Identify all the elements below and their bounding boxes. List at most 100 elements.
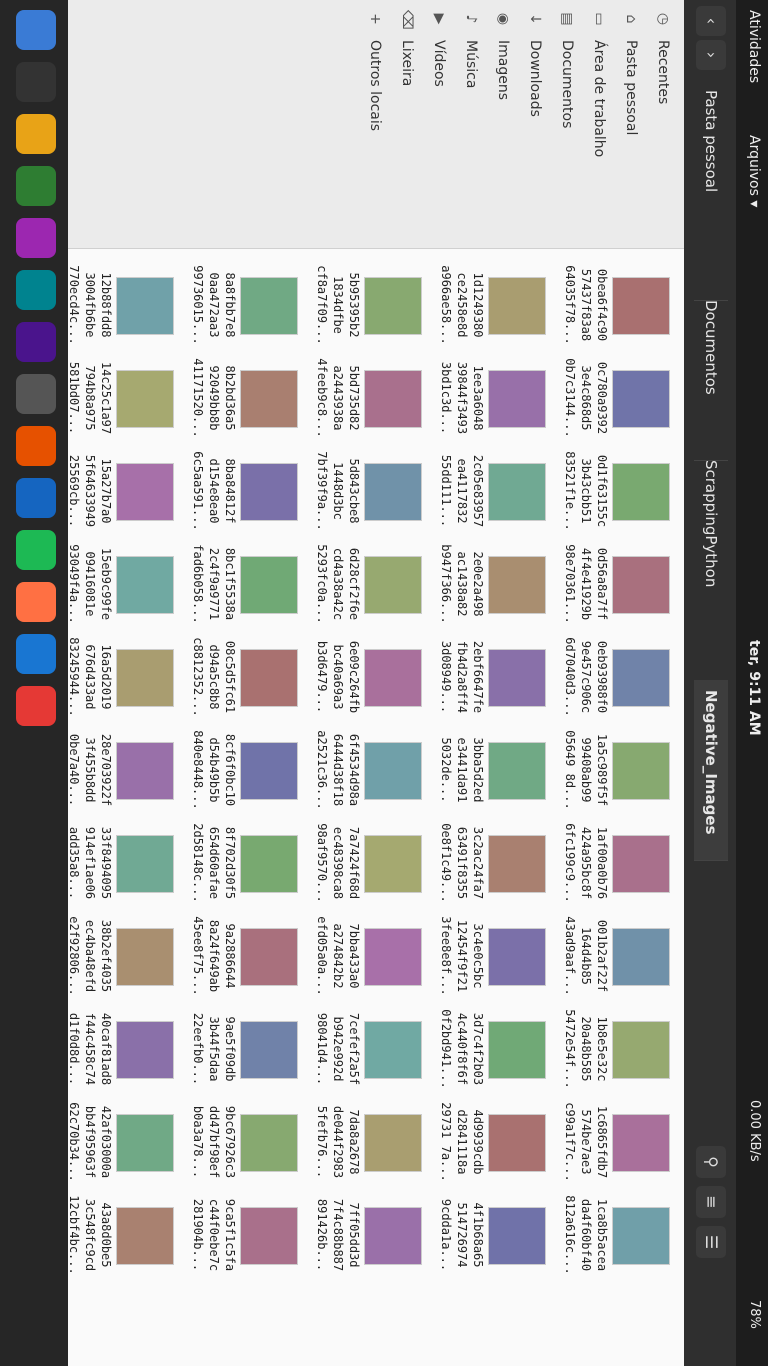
file-item[interactable]: 7ff05dd3d 7f4c88b887 891426b... bbox=[304, 1189, 428, 1281]
file-item[interactable]: 12b88fdd8 3004fb6be 770ecd4c... bbox=[68, 259, 180, 351]
dock-app-icon[interactable] bbox=[16, 218, 56, 258]
file-item[interactable]: 7cefef2a5f b942e992d 98041d4... bbox=[304, 1003, 428, 1095]
dock-app-icon[interactable] bbox=[16, 686, 56, 726]
app-menu[interactable]: Arquivos ▾ bbox=[746, 135, 762, 207]
dock-app-icon[interactable] bbox=[16, 270, 56, 310]
file-name: 3c2ac24fa7 63491f8355 0e8f1c49... bbox=[439, 823, 485, 903]
file-item[interactable]: 7da8a2678 de044f2983 5fefb76... bbox=[304, 1096, 428, 1188]
file-item[interactable]: 8ba84812f d154e8ea0 6c5aa591... bbox=[180, 445, 304, 537]
file-item[interactable]: 8f702d30f5 654d60afae 2d58148c... bbox=[180, 817, 304, 909]
file-item[interactable]: 1b8e5e32c 20a48b585 5472e54f... bbox=[552, 1003, 676, 1095]
file-item[interactable]: 6f4534d98a 6444d38f18 a2521c36... bbox=[304, 724, 428, 816]
sidebar-item[interactable]: ⌂ Pasta pessoal bbox=[614, 0, 646, 248]
breadcrumb-item[interactable]: Documentos bbox=[694, 290, 728, 461]
dock-app-icon[interactable] bbox=[16, 426, 56, 466]
file-name: 6e09c264fb bc40a69a3 b3d6479... bbox=[315, 640, 361, 714]
file-item[interactable]: 33f8494095 914ef1ae06 add35a8... bbox=[68, 817, 180, 909]
file-item[interactable]: 001b2af22f 164d4b85 43ad9aaf... bbox=[552, 910, 676, 1002]
file-name: 2ebf6647fe fb4d2a8ff4 3d08949... bbox=[439, 640, 485, 714]
dock-app-icon[interactable] bbox=[16, 10, 56, 50]
file-item[interactable]: 8cf6f0bc10 d54b49b5b 840e8448... bbox=[180, 724, 304, 816]
desktop-icon: ▭ bbox=[591, 12, 607, 26]
dock-app-icon[interactable] bbox=[16, 634, 56, 674]
file-item[interactable]: 5d843cbe8 1448d3bc 7bf39f9a... bbox=[304, 445, 428, 537]
file-item[interactable]: 2e0e2a498 ac1438a82 b947f366... bbox=[428, 538, 552, 630]
file-item[interactable]: 5bd735d82 a2443938a 4feeb9c8... bbox=[304, 352, 428, 444]
sidebar-item[interactable]: ◷ Recentes bbox=[646, 0, 678, 248]
file-item[interactable]: 4d9939cdb d2841118a 29731 7a... bbox=[428, 1096, 552, 1188]
file-item[interactable]: 1af00a0b76 424a95bc8f 6fc199c9... bbox=[552, 817, 676, 909]
sidebar-item[interactable]: ↓ Downloads bbox=[518, 0, 550, 248]
file-item[interactable]: 3d7c4f2b03 4c440f8f6f 0f2bd941... bbox=[428, 1003, 552, 1095]
view-options-button[interactable]: ≡ bbox=[696, 1186, 726, 1218]
clock[interactable]: ter, 9:11 AM bbox=[746, 640, 762, 736]
sidebar-item[interactable]: ♪ Música bbox=[454, 0, 486, 248]
file-item[interactable]: 3c4e0c5bc 12454f9f21 3fee8e8f... bbox=[428, 910, 552, 1002]
file-item[interactable]: 42af03000a bb4f95963f 62c70b34... bbox=[68, 1096, 180, 1188]
file-item[interactable]: 2ebf6647fe fb4d2a8ff4 3d08949... bbox=[428, 631, 552, 723]
sidebar-item[interactable]: ⌫ Lixeira bbox=[390, 0, 422, 248]
file-item[interactable]: 14c25c1a97 794b8a975 581bd07... bbox=[68, 352, 180, 444]
file-item[interactable]: 8a8fbb7e8 0aa472aa3 99736015... bbox=[180, 259, 304, 351]
dock-app-icon[interactable] bbox=[16, 530, 56, 570]
header-bar: ‹ › Pasta pessoal Documentos ScrappingPyth… bbox=[683, 0, 736, 1366]
file-item[interactable]: 1ee3a6048 39844f3493 3bd1c3d... bbox=[428, 352, 552, 444]
file-item[interactable]: 1a5c989f5f 99408ab99 05649 8d... bbox=[552, 724, 676, 816]
file-item[interactable]: 40caf81ad8 f44c458c74 d1f0d8d... bbox=[68, 1003, 180, 1095]
file-item[interactable]: 0d1f63155c 3b43cbb51 83521f1e... bbox=[552, 445, 676, 537]
file-item[interactable]: 3c2ac24fa7 63491f8355 0e8f1c49... bbox=[428, 817, 552, 909]
file-item[interactable]: 3bba5d2ed e3441da91 5032de... bbox=[428, 724, 552, 816]
file-item[interactable]: 4f1b68a65 514726974 9cdda1a... bbox=[428, 1189, 552, 1281]
file-item[interactable]: 28e703922f 3f455b8dd 0be7a40... bbox=[68, 724, 180, 816]
file-item[interactable]: 9ae5f09db 3b44f5daa 22eefb0... bbox=[180, 1003, 304, 1095]
file-item[interactable]: 1c6865fdb7 574be7ae3 c99a1f7c... bbox=[552, 1096, 676, 1188]
sidebar-item[interactable]: ▶ Vídeos bbox=[422, 0, 454, 248]
file-item[interactable]: 6d28cf2f6e cd4a38a42c 5293fc0a... bbox=[304, 538, 428, 630]
file-item[interactable]: 0eb93988f0 9e457c906c 6d7040d3... bbox=[552, 631, 676, 723]
file-name: 3c4e0c5bc 12454f9f21 3fee8e8f... bbox=[439, 916, 485, 996]
dock-app-icon[interactable] bbox=[16, 478, 56, 518]
activities-button[interactable]: Atividades bbox=[746, 10, 762, 83]
file-item[interactable]: 9ca5f1c5fa c44f0ebe7c 281904b... bbox=[180, 1189, 304, 1281]
sidebar-item[interactable]: ◉ Imagens bbox=[486, 0, 518, 248]
dock-app-icon[interactable] bbox=[16, 114, 56, 154]
file-name: 15a27b7a0 5f64633949 25569cb... bbox=[68, 454, 113, 528]
dock-app-icon[interactable] bbox=[16, 322, 56, 362]
breadcrumb-item[interactable]: Pasta pessoal bbox=[694, 80, 728, 301]
dock-app-icon[interactable] bbox=[16, 166, 56, 206]
file-item[interactable]: 0bea6f4c90 57437f83a8 64035f78... bbox=[552, 259, 676, 351]
dock-app-icon[interactable] bbox=[16, 582, 56, 622]
back-button[interactable]: ‹ bbox=[696, 6, 726, 36]
dock-app-icon[interactable] bbox=[16, 62, 56, 102]
file-item[interactable]: 8bc1f5538a 2c4f9a9771 fad6b058... bbox=[180, 538, 304, 630]
file-item[interactable]: 15eb9c99fe 09416081e 93049f4a... bbox=[68, 538, 180, 630]
file-item[interactable]: 9bc67926c3 dd47bf98ef b0a3a78... bbox=[180, 1096, 304, 1188]
sidebar-item[interactable]: + Outros locais bbox=[358, 0, 390, 248]
file-item[interactable]: 6e09c264fb bc40a69a3 b3d6479... bbox=[304, 631, 428, 723]
menu-button[interactable]: ☰ bbox=[696, 1226, 726, 1258]
battery-status[interactable]: 78% bbox=[747, 1300, 762, 1329]
file-item[interactable]: 2c05e83957 ea4117832 55dd111... bbox=[428, 445, 552, 537]
breadcrumb-item[interactable]: ScrappingPython bbox=[694, 450, 728, 691]
file-item[interactable]: 16a5d2019 676d433ad 83245944... bbox=[68, 631, 180, 723]
breadcrumb-item[interactable]: Negative_Images bbox=[694, 680, 728, 861]
file-item[interactable]: 15a27b7a0 5f64633949 25569cb... bbox=[68, 445, 180, 537]
file-item[interactable]: 9a2886644 8a24f649ab 45ee8f75... bbox=[180, 910, 304, 1002]
search-button[interactable]: ⚲ bbox=[696, 1146, 726, 1178]
file-item[interactable]: 1ca8b5acea da4f60bf40 812a616c... bbox=[552, 1189, 676, 1281]
file-item[interactable]: 38b2ef4035 ec4ba48efd e2f92806... bbox=[68, 910, 180, 1002]
sidebar-item[interactable]: ▤ Documentos bbox=[550, 0, 582, 248]
forward-button[interactable]: › bbox=[696, 40, 726, 70]
file-item[interactable]: 5b95395b2 1834dfbe cf8a7f09... bbox=[304, 259, 428, 351]
dock-app-icon[interactable] bbox=[16, 374, 56, 414]
file-item[interactable]: 0c780a9392 3e4c868d5 0b7c3144... bbox=[552, 352, 676, 444]
file-item[interactable]: 1d1249380 ce2458e8d a966ae58... bbox=[428, 259, 552, 351]
file-item[interactable]: 08c5d5fc61 d94a5c8b8 c8812352... bbox=[180, 631, 304, 723]
file-name: 16a5d2019 676d433ad 83245944... bbox=[68, 637, 113, 717]
file-item[interactable]: 7bba433a0 a274842b2 efd05a0a... bbox=[304, 910, 428, 1002]
file-item[interactable]: 8b2bd36a5 92049bb8b 41171520... bbox=[180, 352, 304, 444]
sidebar-item[interactable]: ▭ Área de trabalho bbox=[582, 0, 614, 248]
file-item[interactable]: 7a7424f68d ec48398ca8 98af9570... bbox=[304, 817, 428, 909]
file-item[interactable]: 43a8d0be5 3c548fc9cd 12cbf4bc... bbox=[68, 1189, 180, 1281]
file-item[interactable]: 0d56a8a7ff 4f4e41929b 98e70361... bbox=[552, 538, 676, 630]
